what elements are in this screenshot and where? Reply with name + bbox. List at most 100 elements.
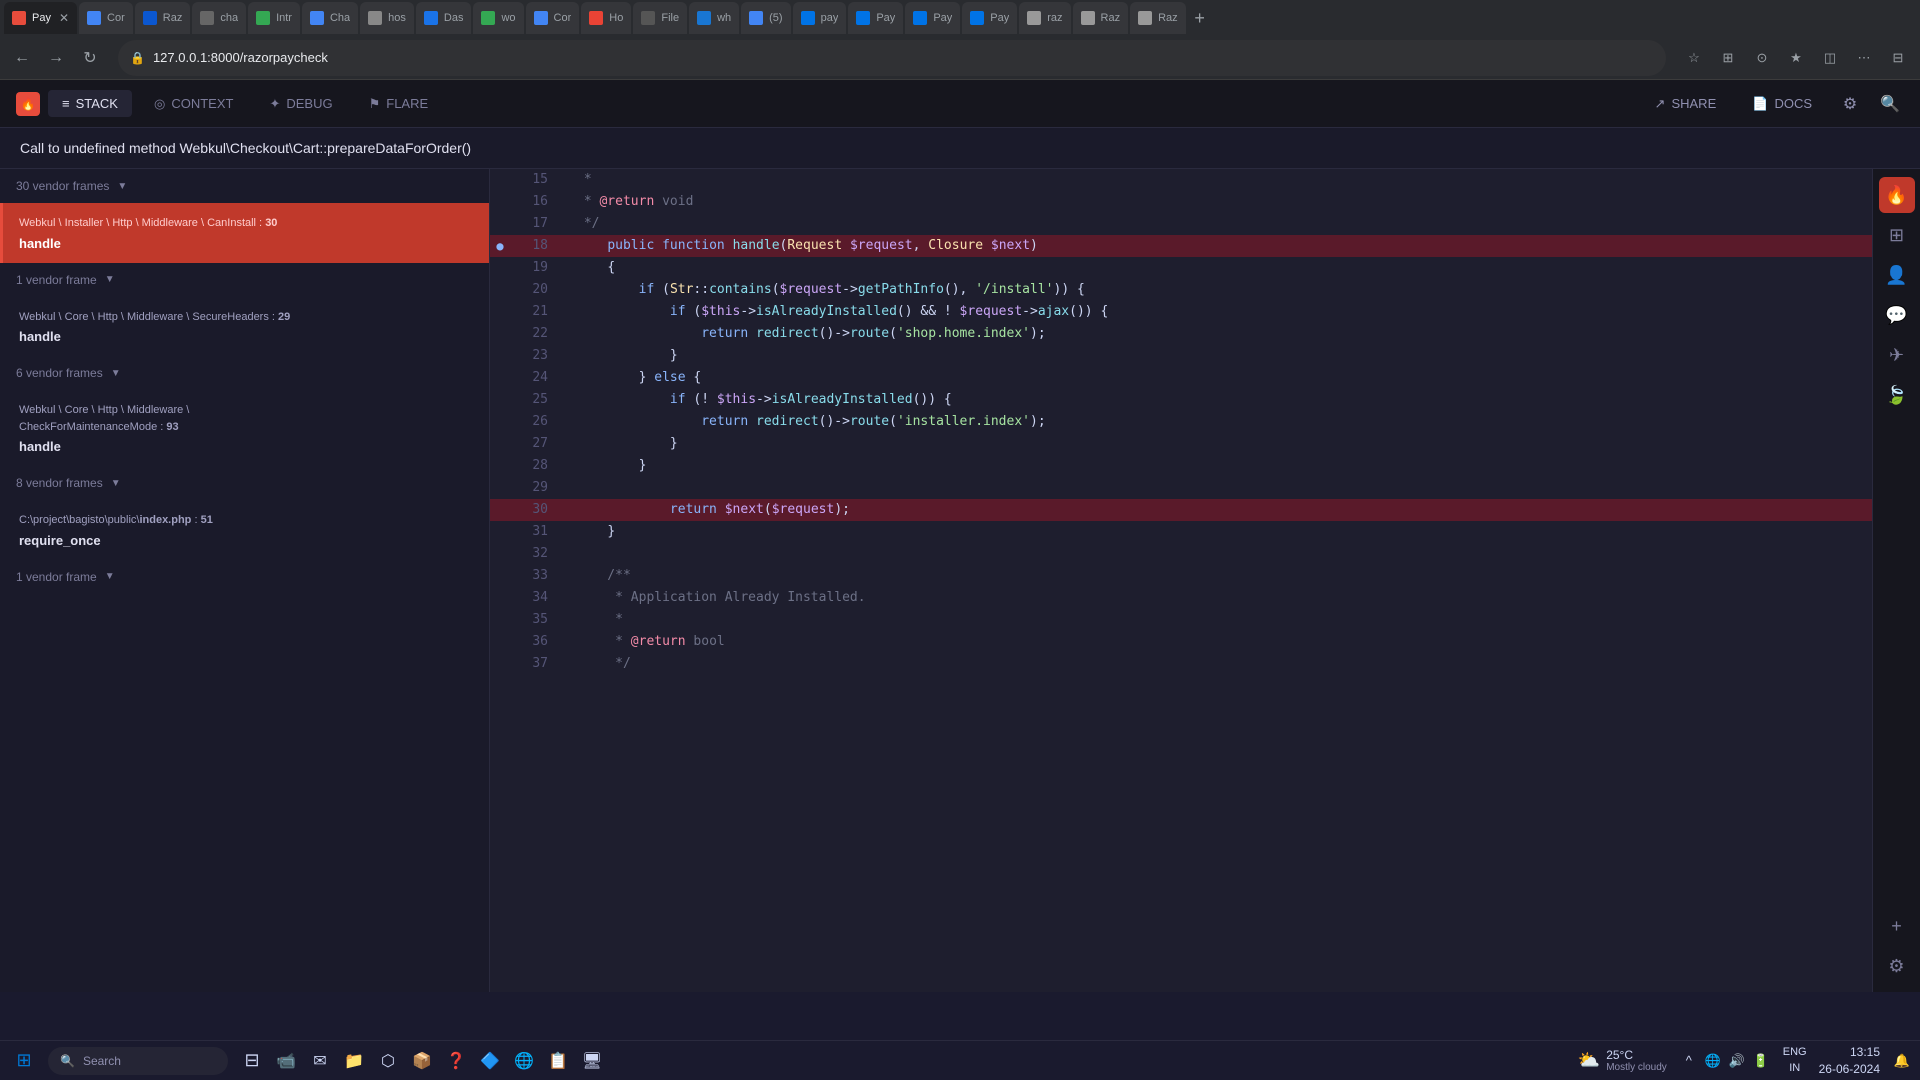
system-tray: ^ 🌐 🔊 🔋 bbox=[1679, 1051, 1771, 1071]
share-button[interactable]: ↗ SHARE bbox=[1643, 90, 1729, 118]
tab-4[interactable]: Intr bbox=[248, 2, 300, 34]
tab-20[interactable]: Raz bbox=[1130, 2, 1186, 34]
tab-stack[interactable]: ≡ STACK bbox=[48, 90, 132, 117]
language-indicator[interactable]: ENG IN bbox=[1783, 1045, 1807, 1076]
active-tab[interactable]: Pay ✕ bbox=[4, 2, 77, 34]
secure-headers-frame[interactable]: Webkul \ Core \ Http \ Middleware \ Secu… bbox=[0, 297, 489, 357]
taskbar-icon-10[interactable]: 📋 bbox=[542, 1045, 574, 1077]
line-indicator-29 bbox=[490, 477, 510, 499]
taskbar-icon-8[interactable]: 🔷 bbox=[474, 1045, 506, 1077]
taskbar-search-icon: 🔍 bbox=[60, 1054, 75, 1068]
system-clock[interactable]: 13:15 26-06-2024 bbox=[1819, 1044, 1880, 1078]
tray-battery[interactable]: 🔋 bbox=[1751, 1051, 1771, 1071]
docs-button[interactable]: 📄 DOCS bbox=[1740, 90, 1824, 118]
tab-19[interactable]: Raz bbox=[1073, 2, 1129, 34]
tab-11[interactable]: File bbox=[633, 2, 687, 34]
notification-icon[interactable]: 🔔 bbox=[1892, 1051, 1912, 1071]
tab-favicon bbox=[12, 11, 26, 25]
line-number-26: 26 bbox=[510, 411, 560, 433]
taskbar-icon-6[interactable]: 📦 bbox=[406, 1045, 438, 1077]
tray-network[interactable]: 🌐 bbox=[1703, 1051, 1723, 1071]
windows-start-button[interactable]: ⊞ bbox=[8, 1045, 40, 1077]
tab-12[interactable]: wh bbox=[689, 2, 739, 34]
docs-icon: 📄 bbox=[1752, 96, 1768, 112]
tab-6[interactable]: hos bbox=[360, 2, 414, 34]
tab-favicon bbox=[368, 11, 382, 25]
tab-13[interactable]: (5) bbox=[741, 2, 790, 34]
tab-2[interactable]: Raz bbox=[135, 2, 191, 34]
address-bar[interactable]: 🔒 127.0.0.1:8000/razorpaycheck bbox=[118, 40, 1666, 76]
sidebar-settings-icon[interactable]: ⚙ bbox=[1879, 948, 1915, 984]
settings-button[interactable]: ⚙ bbox=[1836, 90, 1864, 118]
new-tab-button[interactable]: + bbox=[1188, 6, 1212, 30]
taskbar-icon-7[interactable]: ❓ bbox=[440, 1045, 472, 1077]
back-button[interactable]: ← bbox=[8, 44, 36, 72]
vendor-frames-group-4[interactable]: 8 vendor frames ▼ bbox=[0, 466, 489, 500]
vendor-frames-group-3[interactable]: 6 vendor frames ▼ bbox=[0, 356, 489, 390]
taskbar-icon-11[interactable]: 🖥 bbox=[576, 1045, 608, 1077]
code-line-20: 20 if (Str::contains($request->getPathIn… bbox=[490, 279, 1872, 301]
sidebar-add-button[interactable]: + bbox=[1879, 908, 1915, 944]
vendor-frames-3-label: 6 vendor frames bbox=[16, 366, 103, 380]
tray-chevron[interactable]: ^ bbox=[1679, 1051, 1699, 1071]
sidebar-icon-3[interactable]: 👤 bbox=[1879, 257, 1915, 293]
sidebar-toggle[interactable]: ⊟ bbox=[1884, 44, 1912, 72]
tab-label: wo bbox=[501, 12, 515, 24]
tab-favicon bbox=[143, 11, 157, 25]
line-indicator-22 bbox=[490, 323, 510, 345]
sidebar-icon-4[interactable]: 💬 bbox=[1879, 297, 1915, 333]
taskbar-icon-5[interactable]: ⬡ bbox=[372, 1045, 404, 1077]
taskbar-icon-1[interactable]: ⊟ bbox=[236, 1045, 268, 1077]
weather-widget: ⛅ 25°C Mostly cloudy bbox=[1578, 1048, 1667, 1073]
tab-flare[interactable]: ⚑ FLARE bbox=[355, 90, 443, 118]
tab-close-button[interactable]: ✕ bbox=[59, 11, 69, 25]
extension-icon[interactable]: ⊞ bbox=[1714, 44, 1742, 72]
tab-8[interactable]: wo bbox=[473, 2, 523, 34]
sidebar-icon-1[interactable]: 🔥 bbox=[1879, 177, 1915, 213]
line-indicator-18: ● bbox=[490, 235, 510, 257]
tab-18[interactable]: raz bbox=[1019, 2, 1070, 34]
tab-1[interactable]: Cor bbox=[79, 2, 133, 34]
tab-17[interactable]: Pay bbox=[962, 2, 1017, 34]
active-frame[interactable]: Webkul \ Installer \ Http \ Middleware \… bbox=[0, 203, 489, 263]
profile-icon[interactable]: ⊙ bbox=[1748, 44, 1776, 72]
tab-favicon bbox=[970, 11, 984, 25]
vendor-frames-group-5[interactable]: 1 vendor frame ▼ bbox=[0, 560, 489, 594]
vendor-frames-group-1[interactable]: 30 vendor frames ▼ bbox=[0, 169, 489, 203]
tab-16[interactable]: Pay bbox=[905, 2, 960, 34]
collections-icon[interactable]: ◫ bbox=[1816, 44, 1844, 72]
sidebar-icon-5[interactable]: ✈ bbox=[1879, 337, 1915, 373]
search-button[interactable]: 🔍 bbox=[1876, 90, 1904, 118]
more-icon[interactable]: ⋯ bbox=[1850, 44, 1878, 72]
tab-5[interactable]: Cha bbox=[302, 2, 358, 34]
tab-14[interactable]: pay bbox=[793, 2, 847, 34]
tab-context[interactable]: ◎ CONTEXT bbox=[140, 90, 247, 118]
index-frame[interactable]: C:\project\bagisto\public\index.php : 51… bbox=[0, 500, 489, 560]
vendor-frames-group-2[interactable]: 1 vendor frame ▼ bbox=[0, 263, 489, 297]
forward-button[interactable]: → bbox=[42, 44, 70, 72]
tab-debug[interactable]: ✦ DEBUG bbox=[255, 90, 346, 118]
chevron-down-icon-3: ▼ bbox=[111, 368, 121, 379]
tab-10[interactable]: Ho bbox=[581, 2, 631, 34]
sidebar-icon-6[interactable]: 🍃 bbox=[1879, 377, 1915, 413]
maintenance-frame[interactable]: Webkul \ Core \ Http \ Middleware \Check… bbox=[0, 390, 489, 466]
line-content-26: return redirect()->route('installer.inde… bbox=[560, 411, 1872, 433]
tab-label: Intr bbox=[276, 12, 292, 24]
bookmark-icon[interactable]: ☆ bbox=[1680, 44, 1708, 72]
sidebar-icon-2[interactable]: ⊞ bbox=[1879, 217, 1915, 253]
tab-15[interactable]: Pay bbox=[848, 2, 903, 34]
taskbar-icon-2[interactable]: 📹 bbox=[270, 1045, 302, 1077]
favorites-icon[interactable]: ★ bbox=[1782, 44, 1810, 72]
tray-volume[interactable]: 🔊 bbox=[1727, 1051, 1747, 1071]
taskbar-icon-4[interactable]: 📁 bbox=[338, 1045, 370, 1077]
weather-icon: ⛅ bbox=[1578, 1050, 1600, 1071]
url-display[interactable]: 127.0.0.1:8000/razorpaycheck bbox=[153, 50, 328, 65]
tab-7[interactable]: Das bbox=[416, 2, 472, 34]
tab-3[interactable]: cha bbox=[192, 2, 246, 34]
tab-9[interactable]: Cor bbox=[526, 2, 580, 34]
flare-label: FLARE bbox=[386, 96, 428, 111]
taskbar-search[interactable]: 🔍 Search bbox=[48, 1047, 228, 1075]
refresh-button[interactable]: ↻ bbox=[76, 44, 104, 72]
taskbar-icon-9[interactable]: 🌐 bbox=[508, 1045, 540, 1077]
taskbar-icon-3[interactable]: ✉ bbox=[304, 1045, 336, 1077]
